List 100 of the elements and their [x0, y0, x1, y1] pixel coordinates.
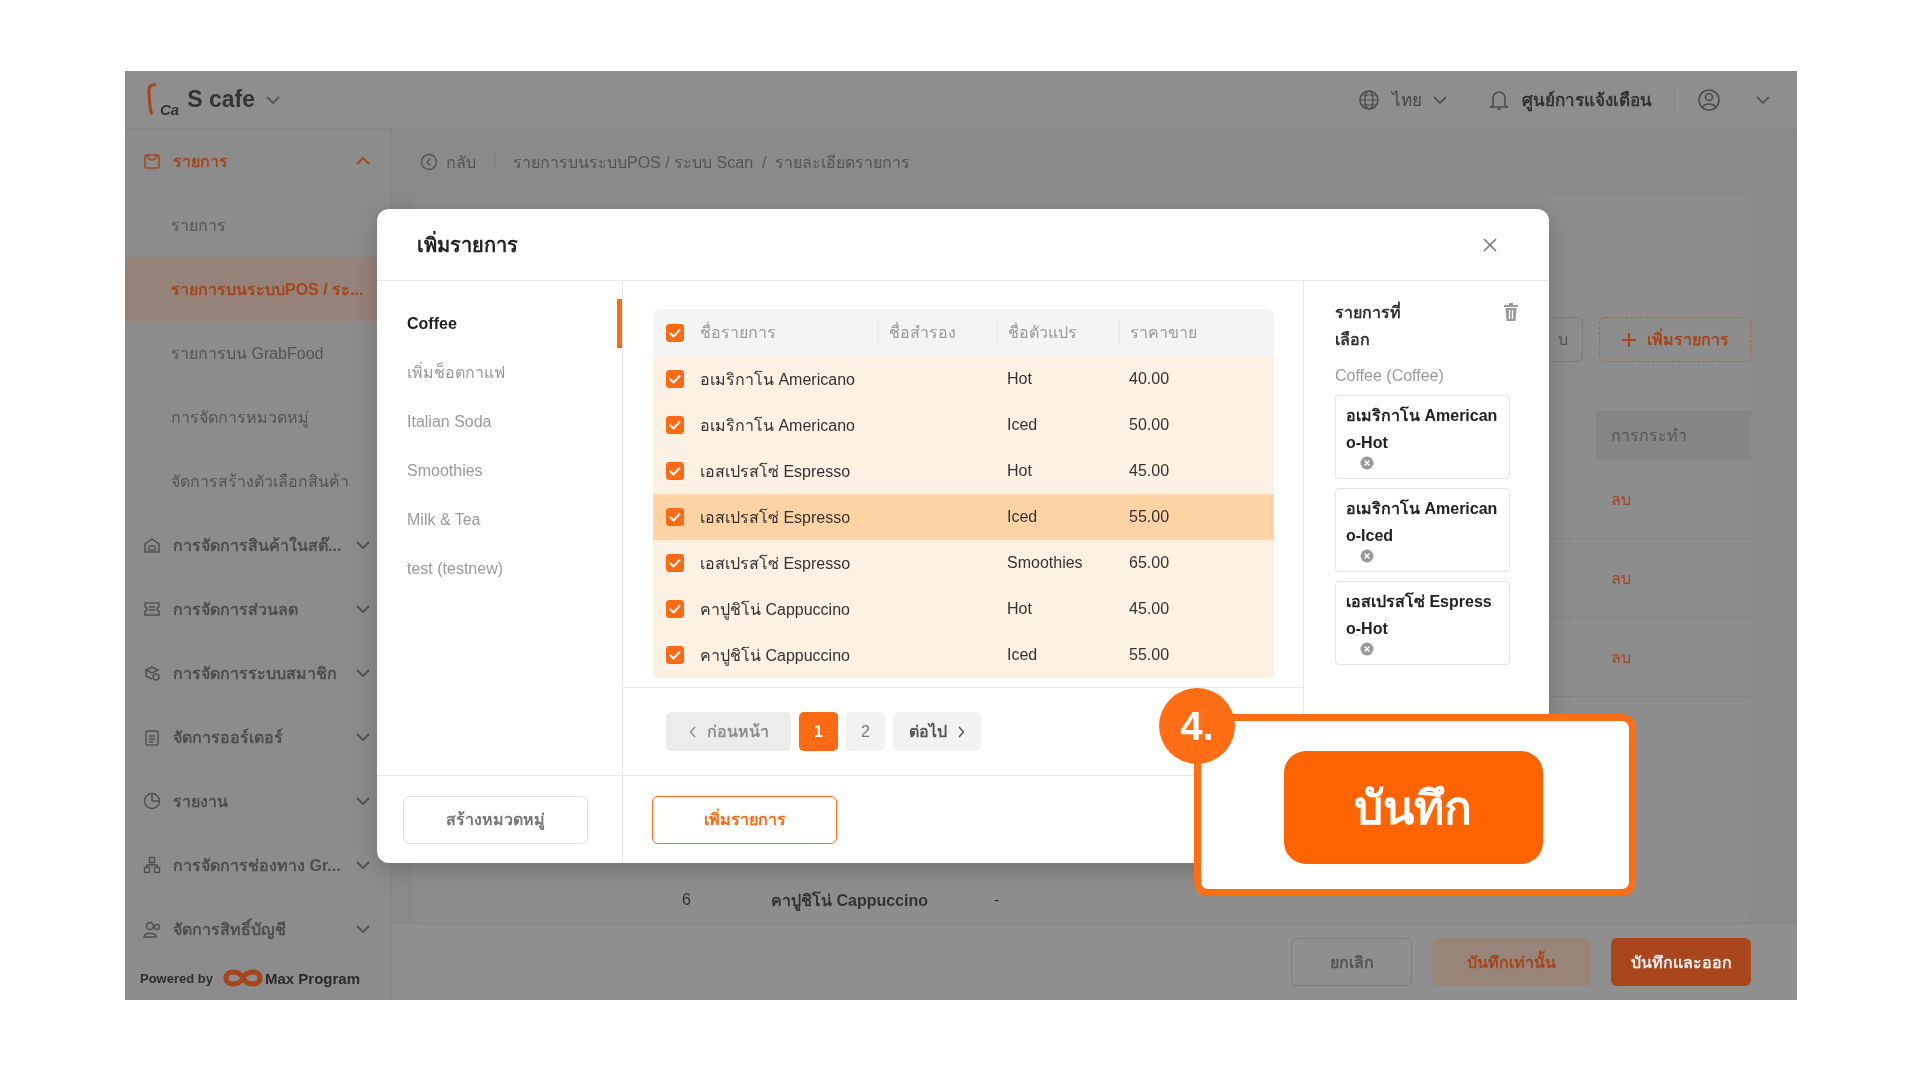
table-row[interactable]: คาปูชิโน่ Cappuccino Iced 55.00	[653, 632, 1274, 678]
chevron-down-icon	[355, 730, 371, 744]
table-cell-text: Hot	[1007, 600, 1033, 618]
table-row[interactable]: เอสเปรสโซ่ Espresso Smoothies 65.00	[653, 540, 1274, 586]
checkmark-icon	[668, 650, 681, 660]
loop-logo-icon	[222, 967, 263, 989]
table-cell-text: เอสเปรสโซ่ Espresso	[700, 553, 852, 574]
category-item[interactable]: Smoothies	[377, 446, 622, 495]
box-icon	[143, 664, 161, 682]
table-row[interactable]: อเมริกาโน Americano Hot 40.00	[653, 356, 1274, 402]
remove-icon[interactable]	[1360, 642, 1374, 656]
delete-link[interactable]: ลบ	[1596, 486, 1751, 512]
category-item[interactable]: Italian Soda	[377, 397, 622, 446]
users-icon	[143, 920, 161, 938]
table-cell-text: Iced	[1007, 508, 1039, 526]
chevron-down-icon	[355, 602, 371, 616]
close-icon[interactable]	[1483, 237, 1497, 252]
page-button[interactable]: 1	[799, 712, 838, 751]
row-number: 6	[682, 891, 692, 909]
create-category-button[interactable]: สร้างหมวดหมู่	[403, 795, 588, 844]
column-header: ราคาขาย	[1119, 320, 1274, 345]
chevron-down-icon	[355, 858, 371, 872]
save-button[interactable]: บันทึกและออก	[1611, 938, 1751, 986]
table-cell-text: Hot	[1007, 370, 1033, 388]
column-header: ชื่อตัวแปร	[997, 320, 1129, 345]
checkmark-icon	[668, 604, 681, 614]
table-row[interactable]: เอสเปรสโซ่ Espresso Iced 55.00	[653, 494, 1274, 540]
checkbox[interactable]	[665, 370, 684, 388]
powered-by-text: Powered by	[140, 970, 213, 986]
sidebar-group[interactable]: รายงาน	[125, 769, 391, 833]
app-name[interactable]: S cafe	[187, 86, 255, 113]
table-row[interactable]: คาปูชิโน่ Cappuccino Hot 45.00	[653, 586, 1274, 632]
checkbox[interactable]	[665, 646, 684, 664]
chevron-down-icon	[355, 922, 371, 936]
item-name: เอสเปรสโซ่ Espresso-Hot	[1346, 591, 1493, 639]
house-icon	[143, 536, 161, 554]
hierarchy-icon	[143, 856, 161, 874]
table-cell-text: 40.00	[1129, 370, 1171, 388]
add-item-button[interactable]: เพิ่มรายการ	[652, 795, 837, 844]
item-name: อเมริกาโน Americano-Iced	[1346, 498, 1499, 546]
table-cell-text: คาปูชิโน่ Cappuccino	[700, 645, 851, 668]
chevron-down-icon	[355, 666, 371, 680]
checkbox[interactable]	[665, 600, 684, 618]
table-cell-text: อเมริกาโน Americano	[700, 415, 856, 436]
table-row[interactable]: เอสเปรสโซ่ Espresso Hot 45.00	[653, 448, 1274, 494]
table-cell-text: Hot	[1007, 462, 1033, 480]
user-avatar-icon[interactable]	[1697, 87, 1721, 112]
save-button[interactable]: บันทึกเท่านั้น	[1432, 938, 1591, 986]
sidebar-group[interactable]: การจัดการช่องทาง Gr...	[125, 833, 391, 897]
table-row[interactable]: อเมริกาโน Americano Iced 50.00	[653, 402, 1274, 448]
table-cell-text: 55.00	[1129, 646, 1171, 664]
notification-center-link[interactable]: ศูนย์การแจ้งเตือน	[1522, 86, 1652, 113]
table-cell-text: 45.00	[1129, 600, 1171, 618]
cancel-button[interactable]: ยกเลิก	[1291, 938, 1412, 986]
remove-icon[interactable]	[1360, 456, 1374, 470]
checkbox[interactable]	[665, 554, 684, 572]
save-button[interactable]: บันทึก	[1283, 750, 1543, 864]
chevron-down-icon	[355, 538, 371, 552]
delete-link[interactable]: ลบ	[1596, 565, 1751, 591]
globe-icon[interactable]	[1358, 88, 1380, 111]
delete-link[interactable]: ลบ	[1596, 644, 1751, 670]
checkbox[interactable]	[665, 462, 684, 480]
table-cell-text: Iced	[1007, 646, 1039, 664]
add-item-button[interactable]: เพิ่มรายการ	[1599, 317, 1751, 362]
sidebar-group[interactable]: การจัดการระบบสมาชิก	[125, 641, 391, 705]
dialog-title: เพิ่มรายการ	[417, 230, 518, 258]
table-cell-text: -	[994, 891, 1001, 909]
table-cell-text: Iced	[1007, 416, 1039, 434]
table-cell-text: 50.00	[1129, 416, 1171, 434]
chevron-left-icon	[688, 725, 697, 738]
sidebar-group[interactable]: จัดการออร์เดอร์	[125, 705, 391, 769]
table-cell-text: 65.00	[1129, 554, 1171, 572]
checkbox[interactable]	[665, 416, 684, 434]
column-header: ชื่อสำรอง	[878, 320, 1007, 345]
group-label: Coffee (Coffee)	[1335, 367, 1445, 385]
checkbox[interactable]	[665, 323, 684, 342]
column-header: ชื่อรายการ	[700, 321, 777, 343]
sidebar-group[interactable]: จัดการสิทธิ์บัญชี	[125, 897, 391, 961]
checkmark-icon	[668, 558, 681, 568]
checkmark-icon	[668, 420, 681, 430]
table-cell-text: 55.00	[1129, 508, 1171, 526]
checkmark-icon	[668, 512, 681, 522]
category-item[interactable]: เพิ่มช็อตกาแฟ	[377, 348, 622, 397]
language-selector[interactable]: ไทย	[1392, 86, 1422, 113]
sidebar-group[interactable]: รายการ	[125, 129, 391, 193]
table-cell-text: เอสเปรสโซ่ Espresso	[700, 507, 852, 528]
checkbox[interactable]	[665, 508, 684, 526]
checkmark-icon	[668, 466, 681, 476]
ticket-icon	[143, 600, 161, 618]
item-name: อเมริกาโน Americano-Hot	[1346, 405, 1499, 453]
remove-icon[interactable]	[1360, 549, 1374, 563]
chevron-right-icon	[957, 725, 965, 738]
checkmark-icon	[668, 374, 681, 384]
page-button[interactable]: 2	[846, 712, 885, 751]
trash-icon[interactable]	[1503, 303, 1519, 321]
panel-title: รายการที่ เลือก	[1335, 299, 1425, 353]
table-cell-text: เอสเปรสโซ่ Espresso	[700, 461, 852, 482]
checkmark-icon	[668, 327, 681, 338]
category-item[interactable]: Coffee	[377, 299, 622, 348]
next-page-button[interactable]: ต่อไป	[893, 712, 981, 751]
